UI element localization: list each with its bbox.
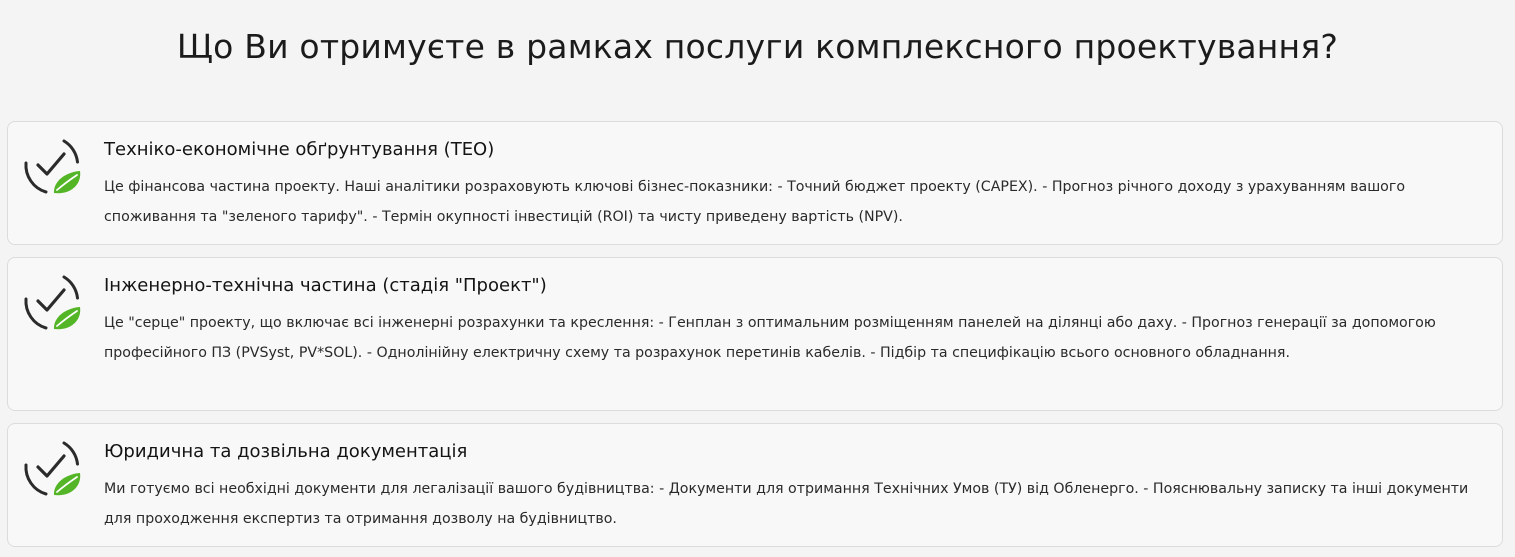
service-card-legal: Юридична та дозвільна документація Ми го… bbox=[7, 423, 1503, 547]
card-description: Ми готуємо всі необхідні документи для л… bbox=[104, 481, 1469, 527]
card-title: Техніко-економічне обґрунтування (ТЕО) bbox=[104, 139, 495, 160]
card-title: Юридична та дозвільна документація bbox=[104, 441, 468, 462]
check-leaf-icon bbox=[24, 139, 81, 194]
card-title: Інженерно-технічна частина (стадія "Прое… bbox=[104, 275, 547, 296]
services-section: Що Ви отримуєте в рамках послуги комплек… bbox=[0, 0, 1515, 557]
check-leaf-icon bbox=[24, 441, 81, 496]
service-card-engineering: Інженерно-технічна частина (стадія "Прое… bbox=[7, 257, 1503, 411]
card-description: Це "серце" проекту, що включає всі інжен… bbox=[104, 315, 1436, 361]
section-title: Що Ви отримуєте в рамках послуги комплек… bbox=[176, 27, 1339, 66]
card-description: Це фінансова частина проекту. Наші аналі… bbox=[104, 179, 1405, 225]
service-card-teo: Техніко-економічне обґрунтування (ТЕО) Ц… bbox=[7, 121, 1503, 245]
check-leaf-icon bbox=[24, 275, 81, 330]
